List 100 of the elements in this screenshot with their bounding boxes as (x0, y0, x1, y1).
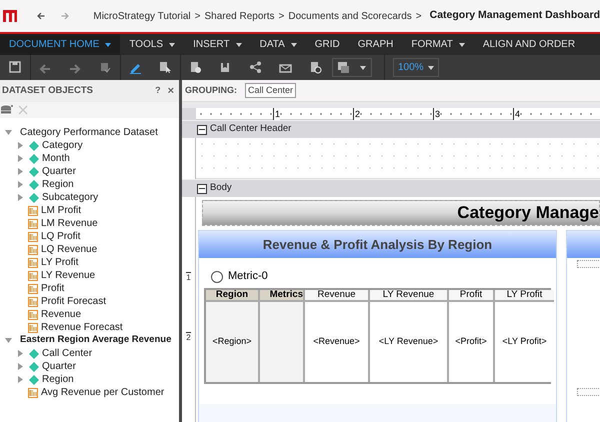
metric-icon (28, 322, 38, 332)
attribute-name[interactable]: Region (42, 372, 74, 387)
breadcrumb-separator: > (278, 10, 284, 24)
menu-tab[interactable]: TOOLS (120, 34, 184, 55)
attribute-name[interactable]: Region (42, 177, 74, 192)
caret-icon (290, 42, 297, 46)
collapse-toggle[interactable] (197, 124, 207, 134)
breadcrumb-current: Category Management Dashboard (430, 8, 600, 24)
zoom-dropdown[interactable]: 100% (393, 58, 439, 77)
collapsed-arrow-icon[interactable] (17, 181, 24, 188)
breadcrumb-separator: > (416, 10, 422, 24)
collapsed-arrow-icon[interactable] (17, 142, 24, 149)
collapsed-arrow-icon[interactable] (17, 376, 24, 383)
dataset-name[interactable]: Category Performance Dataset (20, 125, 158, 140)
ruler-number: 1 (273, 108, 280, 120)
collapsed-arrow-icon[interactable] (17, 155, 24, 162)
column-header: LY Revenue (370, 290, 447, 302)
attribute-name[interactable]: Quarter (42, 359, 76, 374)
metric-name[interactable]: LM Revenue (41, 216, 98, 231)
grouping-chip[interactable]: Call Center (245, 83, 296, 98)
database-icon[interactable] (1, 105, 13, 115)
metric-icon (28, 258, 38, 268)
caret-icon (169, 42, 176, 46)
title-banner: Category Manage (202, 200, 600, 226)
radio-button[interactable] (211, 270, 223, 282)
metric-name[interactable]: LQ Profit (41, 229, 80, 244)
metric-name[interactable]: Profit Forecast (41, 294, 106, 309)
metric-icon (28, 310, 38, 320)
menu-tab[interactable]: GRID (306, 34, 349, 55)
table-cell: <Region> (206, 302, 258, 382)
metric-icon (28, 244, 38, 254)
breadcrumb-link[interactable]: Shared Reports (204, 8, 275, 24)
breadcrumb-link[interactable]: MicroStrategy Tutorial (93, 8, 191, 24)
column-header: Profit (449, 290, 493, 302)
pencil-icon[interactable] (129, 61, 142, 74)
metric-icon (28, 296, 38, 306)
ruler-number: 1 (186, 272, 191, 282)
expanded-arrow-icon[interactable] (5, 129, 12, 136)
ruler-number: 2 (353, 108, 360, 120)
panel-title: DATASET OBJECTS (2, 84, 93, 98)
caret-icon (105, 42, 112, 46)
attribute-name[interactable]: Quarter (42, 164, 76, 179)
metric-name[interactable]: Profit (41, 281, 64, 296)
metric-icon (28, 218, 38, 228)
attribute-name[interactable]: Category (42, 138, 83, 153)
close-button[interactable]: × (164, 82, 177, 100)
metric-name[interactable]: Avg Revenue per Customer (41, 385, 164, 400)
expanded-arrow-icon[interactable] (5, 337, 12, 344)
collapsed-arrow-icon[interactable] (17, 194, 24, 201)
collapsed-arrow-icon[interactable] (17, 168, 24, 175)
collapsed-arrow-icon[interactable] (17, 350, 24, 357)
metric-name[interactable]: LY Revenue (41, 268, 96, 283)
column-header: Region (206, 290, 258, 302)
caret-icon (458, 42, 465, 46)
attribute-name[interactable]: Call Center (42, 346, 92, 361)
menu-tab[interactable]: ALIGN AND ORDER (474, 34, 584, 55)
column-header: LY Profit (495, 290, 554, 302)
grouping-label: GROUPING: (185, 84, 238, 97)
metric-icon (28, 388, 38, 398)
menu-tab[interactable]: INSERT (184, 34, 251, 55)
attribute-name[interactable]: Month (42, 151, 70, 166)
save-icon[interactable] (8, 61, 22, 74)
collapse-toggle[interactable] (197, 184, 207, 194)
metric-icon (28, 206, 38, 216)
metric-name[interactable]: LM Profit (41, 203, 82, 218)
layout-dropdown[interactable] (332, 58, 372, 77)
ruler-number: 3 (433, 108, 440, 120)
metric-icon (28, 270, 38, 280)
section-label: Body (210, 181, 232, 196)
layout-icon (338, 62, 350, 73)
column-header: Revenue (305, 290, 368, 302)
column-header: Metrics (260, 290, 303, 302)
menu-tab[interactable]: DOCUMENT HOME (0, 34, 120, 55)
section-label: Call Center Header (210, 122, 292, 136)
metric-name[interactable]: LQ Revenue (41, 242, 98, 257)
metric-icon (28, 284, 38, 294)
cursor-icon[interactable] (158, 61, 172, 74)
menu-tab[interactable]: GRAPH (348, 34, 402, 55)
ruler-number: 4 (513, 108, 520, 120)
caret-icon (236, 42, 242, 46)
panel-title: Revenue & Profit Analysis By Region (262, 236, 492, 254)
stack-icon[interactable] (98, 61, 112, 74)
metric-name[interactable]: Revenue Forecast (41, 320, 123, 335)
dataset-name[interactable]: Eastern Region Average Revenue (20, 333, 172, 348)
metric-name[interactable]: Revenue (41, 307, 82, 322)
share-icon[interactable] (248, 61, 262, 74)
metric-icon (28, 232, 38, 242)
menu-tab[interactable]: DATA (250, 34, 306, 55)
help-button[interactable]: ? (153, 84, 163, 98)
breadcrumb-link[interactable]: Documents and Scorecards (288, 8, 412, 24)
metric-name[interactable]: LY Profit (41, 255, 78, 270)
breadcrumb-separator: > (194, 10, 200, 24)
ruler-number: 2 (186, 332, 191, 342)
bookmark-icon[interactable] (218, 61, 232, 74)
caret-icon (360, 66, 366, 70)
menu-tab[interactable]: FORMAT (402, 34, 474, 55)
collapsed-arrow-icon[interactable] (17, 363, 24, 370)
caret-icon (428, 66, 434, 70)
radio-label: Metric-0 (228, 269, 268, 284)
attribute-name[interactable]: Subcategory (42, 190, 98, 205)
